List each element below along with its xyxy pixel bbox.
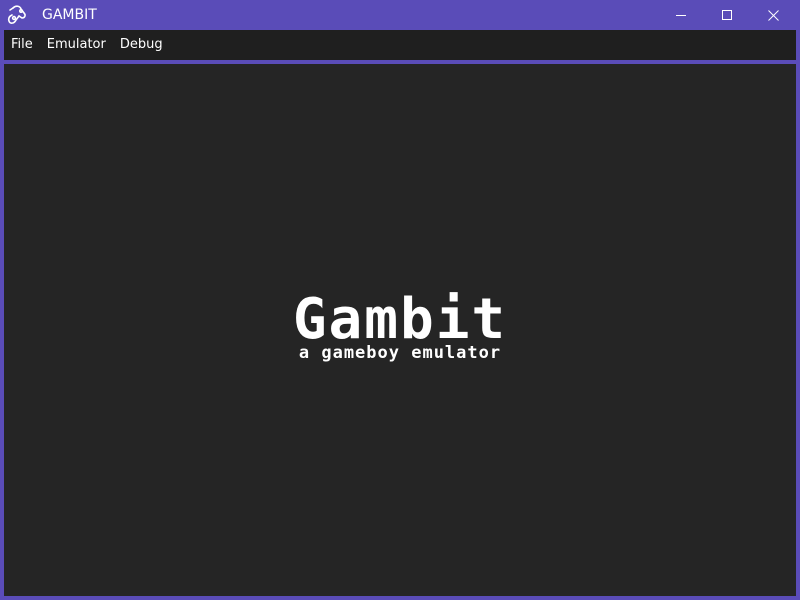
window-title: GAMBIT <box>42 7 97 23</box>
minimize-icon <box>675 10 687 21</box>
app-window: GAMBIT File Emulator Debug Gambit a game… <box>0 0 800 600</box>
menu-debug[interactable]: Debug <box>113 30 170 60</box>
logo-text: Gambit <box>292 287 508 352</box>
close-button[interactable] <box>750 0 796 30</box>
menu-file[interactable]: File <box>4 30 40 60</box>
maximize-button[interactable] <box>704 0 750 30</box>
close-icon <box>767 9 779 21</box>
menu-bar: File Emulator Debug <box>4 30 796 60</box>
maximize-icon <box>721 9 733 21</box>
emulator-screen[interactable]: Gambit a gameboy emulator <box>4 64 796 596</box>
gamepad-icon <box>7 4 31 26</box>
title-bar[interactable]: GAMBIT <box>0 0 800 30</box>
menu-emulator[interactable]: Emulator <box>40 30 113 60</box>
minimize-button[interactable] <box>658 0 704 30</box>
tagline-text: a gameboy emulator <box>298 343 502 363</box>
